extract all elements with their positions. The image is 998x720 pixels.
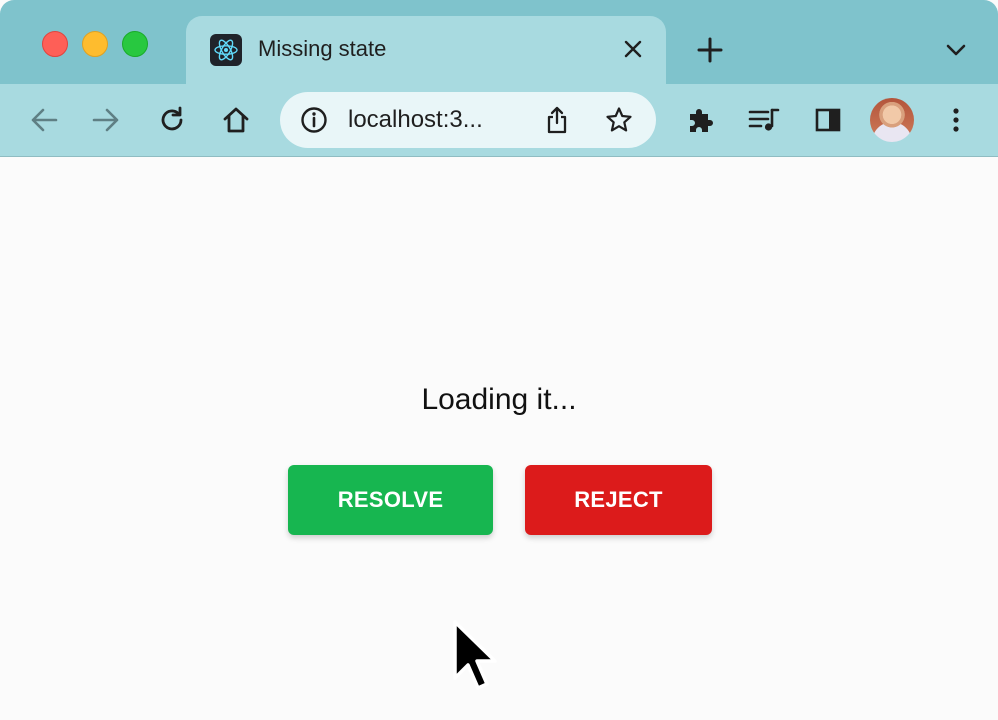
side-panel-icon[interactable] (810, 102, 846, 138)
back-arrow-icon[interactable] (26, 102, 62, 138)
bookmark-star-icon[interactable] (604, 105, 634, 135)
react-logo-icon (210, 34, 242, 66)
chevron-down-icon[interactable] (942, 36, 970, 64)
new-tab-icon[interactable] (694, 34, 726, 66)
address-bar[interactable]: localhost:3... (280, 92, 656, 148)
home-icon[interactable] (218, 102, 254, 138)
media-queue-icon[interactable] (746, 102, 782, 138)
reload-icon[interactable] (154, 102, 190, 138)
browser-toolbar: localhost:3... (0, 84, 998, 157)
loading-status-text: Loading it... (421, 383, 577, 416)
window-maximize-button[interactable] (122, 31, 148, 57)
site-info-icon[interactable] (300, 106, 328, 134)
window-close-button[interactable] (42, 31, 68, 57)
extensions-puzzle-icon[interactable] (682, 102, 718, 138)
tab-strip: Missing state (0, 0, 998, 84)
tab-title: Missing state (258, 36, 387, 61)
more-menu-icon[interactable] (938, 102, 974, 138)
resolve-button[interactable]: RESOLVE (288, 465, 493, 535)
reject-button[interactable]: REJECT (525, 465, 712, 535)
tab-close-icon[interactable] (620, 36, 646, 62)
share-icon[interactable] (542, 105, 572, 135)
mouse-pointer-icon (448, 618, 502, 699)
profile-avatar[interactable] (870, 98, 914, 142)
window-minimize-button[interactable] (82, 31, 108, 57)
active-tab[interactable]: Missing state (186, 16, 666, 84)
url-text[interactable]: localhost:3... (348, 106, 483, 134)
browser-window: Missing state localhost:3... Loading it.… (0, 0, 998, 720)
forward-arrow-icon[interactable] (88, 102, 124, 138)
